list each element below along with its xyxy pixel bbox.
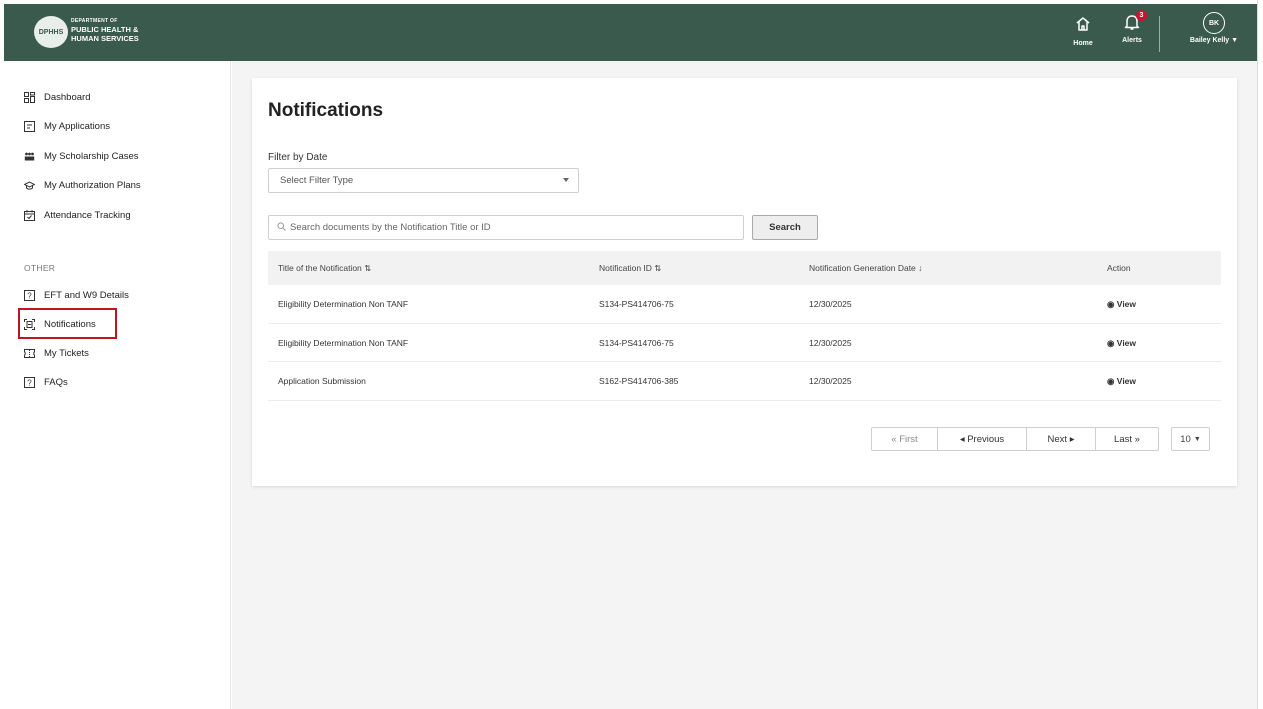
- filter-type-value: Select Filter Type: [280, 175, 354, 186]
- column-header-action: Action: [1107, 263, 1131, 273]
- eye-icon: ◉: [1107, 337, 1115, 348]
- sidebar-item-label: My Authorization Plans: [44, 179, 141, 191]
- sidebar-item-my-authorization-plans[interactable]: My Authorization Plans: [24, 177, 141, 193]
- view-button[interactable]: ◉ View: [1107, 338, 1136, 349]
- header-divider: [1159, 16, 1160, 52]
- first-page-button[interactable]: « First: [872, 428, 938, 450]
- page-title: Notifications: [268, 100, 384, 121]
- chevron-down-icon: [563, 178, 569, 182]
- home-button[interactable]: Home: [1068, 16, 1098, 47]
- search-box[interactable]: [268, 215, 744, 240]
- sidebar-item-label: Attendance Tracking: [44, 209, 131, 221]
- notification-date: 12/30/2025: [809, 376, 852, 386]
- notification-title: Eligibility Determination Non TANF: [278, 299, 409, 309]
- filter-type-select[interactable]: Select Filter Type: [268, 168, 579, 193]
- sort-icon: ⇅: [364, 263, 372, 273]
- svg-text:?: ?: [27, 291, 32, 300]
- user-menu[interactable]: BK Bailey Kelly ▼: [1184, 12, 1244, 44]
- avatar: BK: [1203, 12, 1225, 34]
- logo-text: DEPARTMENT OF PUBLIC HEALTH & HUMAN SERV…: [71, 18, 139, 43]
- sidebar-item-my-tickets[interactable]: My Tickets: [24, 345, 89, 361]
- sidebar-item-eft-w9-details[interactable]: ? EFT and W9 Details: [24, 287, 129, 303]
- sidebar-item-my-scholarship-cases[interactable]: My Scholarship Cases: [24, 148, 139, 164]
- calendar-icon: [24, 209, 35, 221]
- graduation-cap-icon: [24, 180, 35, 191]
- sidebar-item-my-applications[interactable]: My Applications: [24, 118, 110, 134]
- notifications-table: Title of the Notification ⇅ Notification…: [268, 251, 1221, 401]
- notification-title: Eligibility Determination Non TANF: [278, 337, 409, 348]
- sidebar-item-label: My Applications: [44, 120, 111, 132]
- window-edge: [1257, 0, 1263, 709]
- eye-icon: ◉: [1107, 299, 1115, 309]
- sidebar-section-other: OTHER: [24, 263, 56, 273]
- search-button[interactable]: Search: [752, 215, 818, 240]
- notification-title: Application Submission: [278, 376, 366, 386]
- main-content: Notifications Filter by Date Select Filt…: [232, 61, 1257, 709]
- sidebar: Dashboard My Applications My Scholarship…: [0, 61, 231, 709]
- logo-line-3: HUMAN SERVICES: [71, 34, 139, 43]
- notification-id: S134-PS414706-75: [599, 337, 674, 348]
- table-header: Title of the Notification ⇅ Notification…: [268, 251, 1221, 285]
- sidebar-item-faqs[interactable]: ? FAQs: [24, 374, 68, 390]
- view-button[interactable]: ◉ View: [1107, 376, 1136, 387]
- pagination: « First ◂ Previous Next ▸ Last »: [871, 427, 1159, 451]
- page-size-value: 10: [1180, 433, 1191, 445]
- bell-icon: [1123, 15, 1141, 36]
- search-input[interactable]: [290, 222, 730, 233]
- ticket-icon: [24, 348, 35, 359]
- logo-line-1: DEPARTMENT OF: [71, 18, 118, 24]
- home-icon: [1075, 17, 1091, 36]
- sidebar-item-label: My Scholarship Cases: [44, 150, 139, 162]
- dashboard-icon: [24, 91, 35, 103]
- user-name-row: Bailey Kelly ▼: [1184, 37, 1244, 44]
- logo-line-2: PUBLIC HEALTH &: [71, 25, 139, 34]
- eye-icon: ◉: [1107, 376, 1115, 386]
- people-icon: [24, 151, 35, 162]
- alerts-label: Alerts: [1122, 37, 1142, 44]
- filter-label: Filter by Date: [268, 152, 328, 163]
- active-item-highlight: [18, 308, 117, 339]
- chevron-down-icon: ▼: [1193, 435, 1201, 443]
- caret-down-icon: ▼: [1231, 37, 1239, 44]
- alerts-count-badge: 3: [1136, 10, 1147, 21]
- alerts-button[interactable]: 3 Alerts: [1117, 10, 1147, 44]
- home-label: Home: [1073, 40, 1093, 47]
- dphhs-logo[interactable]: DPHHS DEPARTMENT OF PUBLIC HEALTH & HUMA…: [34, 16, 146, 48]
- table-row: Application Submission S162-PS414706-385…: [268, 362, 1221, 401]
- document-icon: [24, 120, 35, 132]
- next-page-button[interactable]: Next ▸: [1027, 428, 1096, 450]
- table-row: Eligibility Determination Non TANF S134-…: [268, 285, 1221, 324]
- previous-page-button[interactable]: ◂ Previous: [938, 428, 1027, 450]
- sidebar-item-dashboard[interactable]: Dashboard: [24, 89, 90, 105]
- page-size-select[interactable]: 10 ▼: [1171, 427, 1210, 451]
- column-header-title[interactable]: Title of the Notification ⇅: [278, 263, 371, 274]
- sort-descending-icon: ↓: [918, 263, 923, 273]
- table-row: Eligibility Determination Non TANF S134-…: [268, 324, 1221, 362]
- notification-date: 12/30/2025: [809, 299, 852, 309]
- svg-text:?: ?: [27, 378, 32, 387]
- sidebar-item-label: EFT and W9 Details: [44, 289, 129, 301]
- sort-icon: ⇅: [654, 263, 662, 273]
- column-header-date[interactable]: Notification Generation Date ↓: [809, 263, 922, 273]
- notification-date: 12/30/2025: [809, 337, 852, 348]
- top-navigation-bar: DPHHS DEPARTMENT OF PUBLIC HEALTH & HUMA…: [4, 4, 1257, 61]
- sidebar-item-label: My Tickets: [44, 347, 89, 359]
- last-page-button[interactable]: Last »: [1096, 428, 1158, 450]
- view-button[interactable]: ◉ View: [1107, 299, 1136, 310]
- notification-id: S162-PS414706-385: [599, 376, 679, 386]
- column-header-id[interactable]: Notification ID ⇅: [599, 263, 661, 274]
- notification-id: S134-PS414706-75: [599, 299, 674, 309]
- logo-seal-icon: DPHHS: [34, 16, 68, 48]
- question-box-icon: ?: [24, 376, 35, 388]
- sidebar-item-attendance-tracking[interactable]: Attendance Tracking: [24, 207, 131, 223]
- sidebar-item-label: Dashboard: [44, 91, 91, 103]
- notifications-card: Notifications Filter by Date Select Filt…: [252, 78, 1237, 486]
- search-icon: [277, 222, 286, 233]
- user-name: Bailey Kelly: [1189, 37, 1230, 44]
- question-box-icon: ?: [24, 289, 35, 301]
- sidebar-item-label: FAQs: [44, 376, 68, 388]
